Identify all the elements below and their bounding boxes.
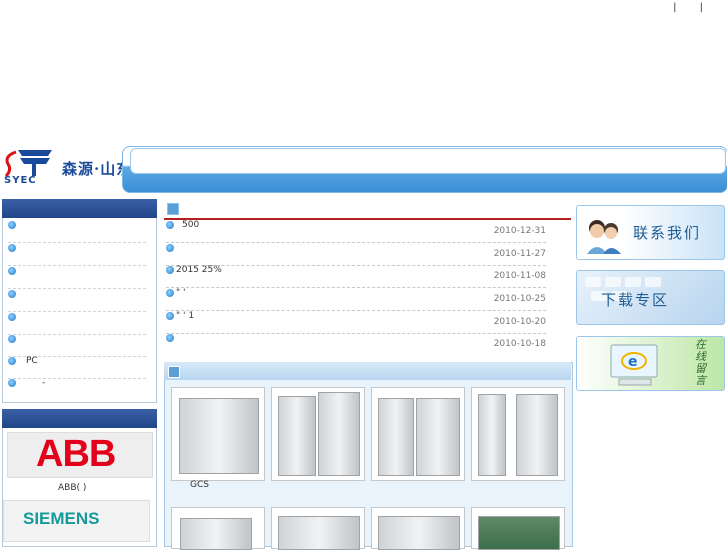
sidebar-item[interactable]	[8, 243, 146, 266]
news-row[interactable]: 500 2010-12-31	[166, 220, 546, 243]
bullet-icon	[8, 313, 16, 321]
people-icon	[587, 220, 621, 254]
brand-panel-header	[2, 409, 157, 428]
message-label: 在线留言	[695, 338, 706, 387]
news-row[interactable]: " ' 1 2010-10-20	[166, 311, 546, 334]
news-row[interactable]: 2015 25% 2010-11-08	[166, 265, 546, 288]
bullet-icon	[166, 266, 174, 274]
bullet-icon	[8, 244, 16, 252]
switchgear-image	[516, 394, 558, 476]
sidebar-item[interactable]	[8, 334, 146, 357]
arrow-icon	[167, 203, 179, 215]
bullet-icon	[8, 357, 16, 365]
switchgear-image	[318, 392, 360, 476]
logo-abbr: SYEC	[4, 175, 37, 186]
switchgear-image	[416, 398, 460, 476]
product-thumb[interactable]	[371, 507, 465, 550]
bullet-icon	[166, 289, 174, 297]
message-button[interactable]: e 在线留言	[576, 336, 725, 391]
switchgear-image	[180, 518, 252, 550]
bullet-icon	[8, 379, 16, 387]
top-links[interactable]: | |	[673, 2, 713, 13]
download-label: 下载专区	[601, 291, 670, 309]
product-thumb[interactable]	[171, 507, 265, 550]
sidebar-item[interactable]	[8, 312, 146, 335]
product-caption[interactable]: GCS	[190, 480, 209, 490]
news-row[interactable]: 2010-10-18	[166, 333, 546, 355]
bullet-icon	[166, 334, 174, 342]
product-thumb[interactable]	[471, 387, 565, 481]
sidebar-item[interactable]: PC	[8, 356, 146, 379]
sidebar-item[interactable]	[8, 220, 146, 243]
download-button[interactable]: 下载专区	[576, 270, 725, 325]
abb-caption[interactable]: ABB( )	[58, 483, 86, 493]
product-thumb[interactable]	[171, 387, 265, 481]
switchgear-image	[378, 398, 414, 476]
bullet-icon	[166, 244, 174, 252]
bullet-icon	[166, 221, 174, 229]
abb-logo: ABB	[36, 433, 116, 475]
switchgear-image	[179, 398, 259, 474]
contact-us-button[interactable]: 联系我们	[576, 205, 725, 260]
bullet-icon	[8, 290, 16, 298]
sidebar-item[interactable]	[8, 289, 146, 312]
bullet-icon	[8, 221, 16, 229]
product-category-header	[2, 199, 157, 218]
arrow-icon	[168, 366, 180, 378]
product-thumb[interactable]	[271, 507, 365, 550]
contact-us-label: 联系我们	[633, 224, 702, 242]
sidebar-item[interactable]	[8, 266, 146, 289]
computer-icon: e	[610, 344, 658, 386]
bullet-icon	[166, 312, 174, 320]
switchgear-image	[278, 396, 316, 476]
product-thumb[interactable]	[371, 387, 465, 481]
bullet-icon	[8, 335, 16, 343]
news-row[interactable]: " ' 2010-10-25	[166, 288, 546, 311]
product-thumb[interactable]	[471, 507, 565, 550]
news-header	[164, 201, 571, 220]
product-showcase-header	[164, 362, 571, 380]
bullet-icon	[8, 267, 16, 275]
sidebar-item[interactable]: -	[8, 378, 146, 400]
news-row[interactable]: 2010-11-27	[166, 243, 546, 266]
siemens-logo: SIEMENS	[23, 509, 100, 528]
main-nav-menu[interactable]	[130, 148, 726, 174]
switchgear-image	[478, 394, 506, 476]
product-thumb[interactable]	[271, 387, 365, 481]
svg-text:e: e	[628, 354, 638, 370]
